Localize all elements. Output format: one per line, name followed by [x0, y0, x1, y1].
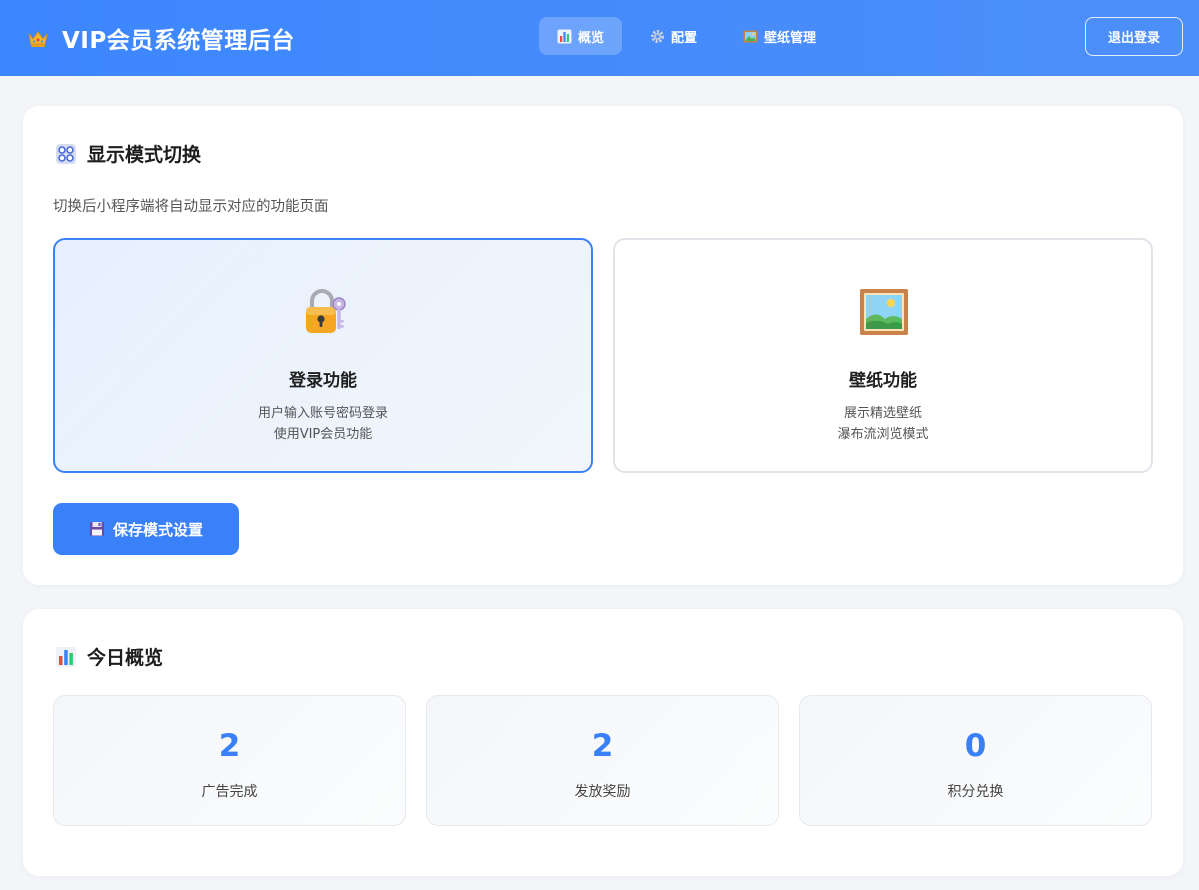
nav-label: 壁纸管理	[764, 30, 817, 46]
brand: VIP会员系统管理后台	[26, 0, 295, 76]
control-panel-icon	[55, 143, 77, 165]
stat-value: 2	[591, 728, 614, 764]
stat-label: 广告完成	[201, 784, 258, 800]
framed-picture-icon	[858, 286, 910, 338]
mode-card-title: 显示模式切换	[55, 140, 201, 167]
crown-icon	[26, 26, 50, 50]
floppy-disk-icon	[89, 521, 105, 537]
mode-option-wallpaper[interactable]: 壁纸功能 展示精选壁纸 瀑布流浏览模式	[613, 238, 1153, 473]
picture-icon	[743, 29, 758, 44]
card-title-text: 今日概览	[87, 647, 164, 669]
stat-rewards-issued: 2 发放奖励	[426, 695, 779, 826]
stat-points-redeemed: 0 积分兑换	[799, 695, 1152, 826]
stat-value: 0	[964, 728, 987, 764]
gear-icon	[650, 29, 665, 44]
main-nav: 概览 配置 壁纸管理	[539, 17, 834, 55]
option-desc-line: 展示精选壁纸	[843, 406, 922, 421]
stat-ads-completed: 2 广告完成	[53, 695, 406, 826]
today-overview-card: 今日概览 2 广告完成 2 发放奖励 0 积分兑换	[23, 609, 1183, 876]
nav-overview[interactable]: 概览	[539, 17, 623, 55]
nav-wallpaper[interactable]: 壁纸管理	[725, 17, 834, 55]
option-title: 壁纸功能	[849, 371, 917, 391]
mode-description: 切换后小程序端将自动显示对应的功能页面	[53, 199, 329, 215]
save-mode-button[interactable]: 保存模式设置	[53, 503, 239, 555]
bar-chart-icon	[557, 29, 572, 44]
stat-label: 发放奖励	[574, 784, 631, 800]
option-title: 登录功能	[289, 371, 357, 391]
card-title-text: 显示模式切换	[87, 144, 202, 166]
app-title: VIP会员系统管理后台	[62, 28, 295, 54]
nav-label: 配置	[671, 30, 698, 46]
option-desc-line: 使用VIP会员功能	[273, 427, 373, 442]
bar-chart-icon	[55, 646, 77, 668]
nav-label: 概览	[578, 30, 605, 46]
top-header: VIP会员系统管理后台 概览 配置 壁纸管理 退出登录	[0, 0, 1199, 76]
option-desc-line: 瀑布流浏览模式	[837, 427, 929, 442]
logout-button[interactable]: 退出登录	[1085, 17, 1183, 56]
option-desc-line: 用户输入账号密码登录	[257, 406, 388, 421]
stat-value: 2	[218, 728, 241, 764]
mode-switch-card: 显示模式切换 切换后小程序端将自动显示对应的功能页面 登录功能 用户输入账号密码…	[23, 106, 1183, 585]
stats-card-title: 今日概览	[55, 643, 163, 670]
stat-label: 积分兑换	[947, 784, 1004, 800]
mode-option-login[interactable]: 登录功能 用户输入账号密码登录 使用VIP会员功能	[53, 238, 593, 473]
save-button-label: 保存模式设置	[112, 520, 203, 539]
nav-config[interactable]: 配置	[632, 17, 715, 55]
lock-with-key-icon	[298, 286, 350, 338]
